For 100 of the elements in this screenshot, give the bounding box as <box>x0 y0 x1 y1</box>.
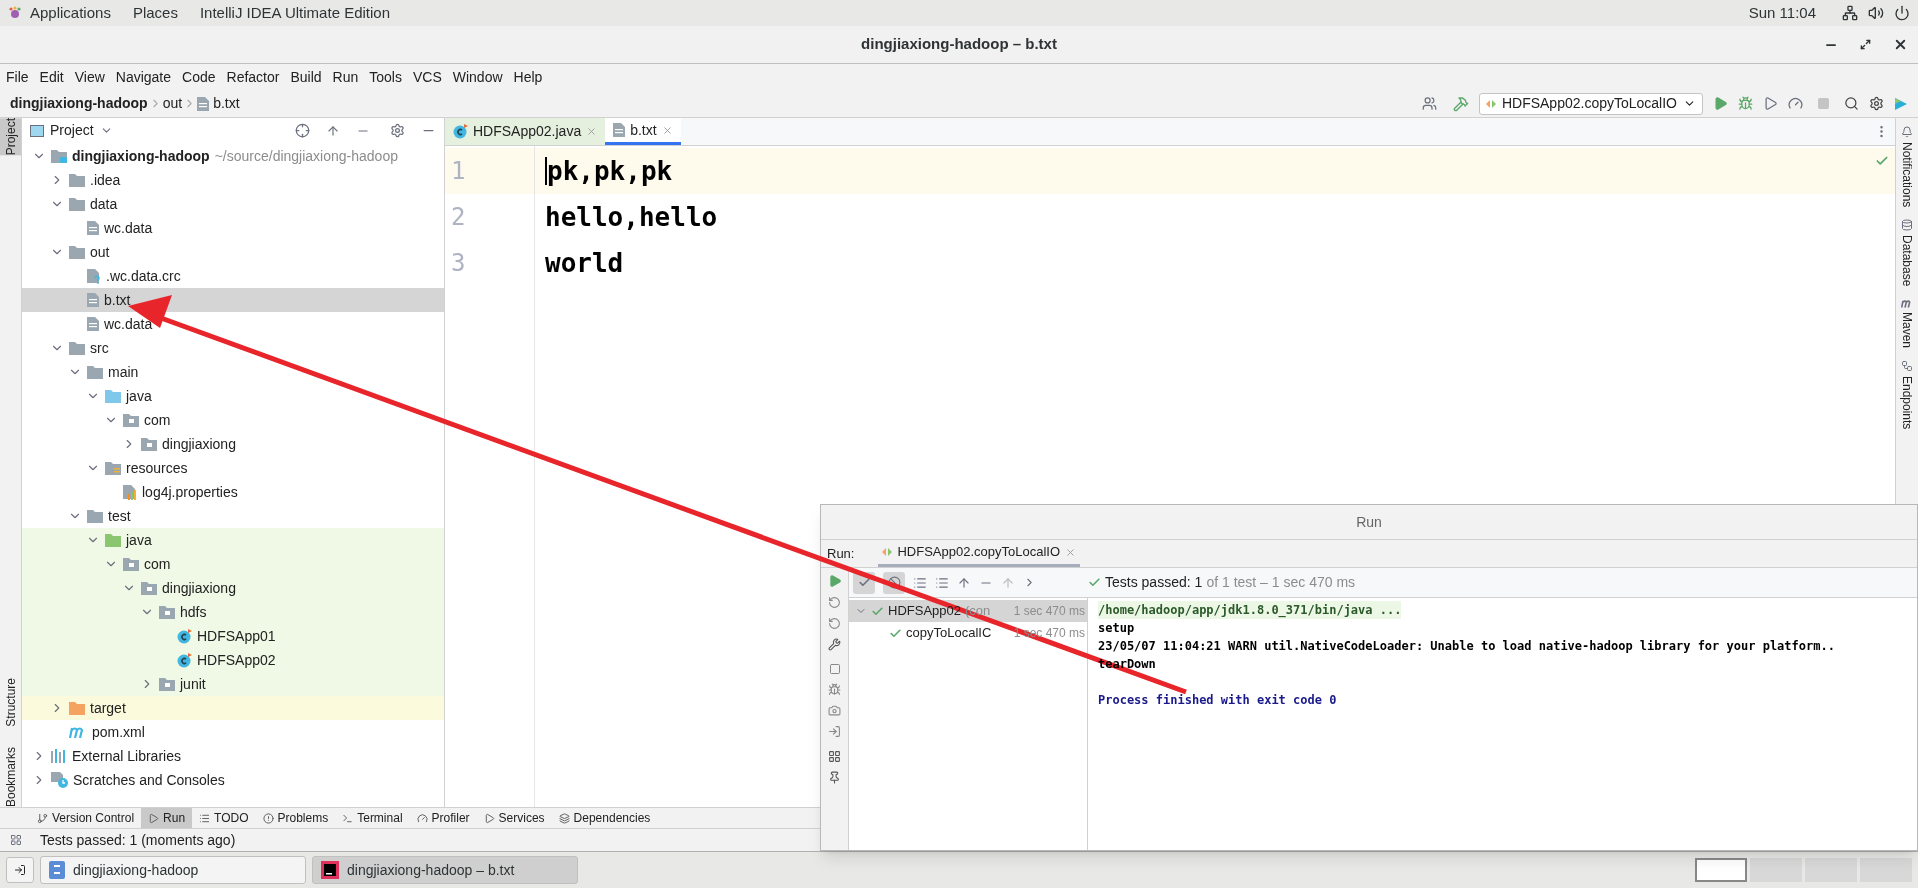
tree-item[interactable]: HDFSApp02 <box>22 648 444 672</box>
editor-tab[interactable]: HDFSApp02.java <box>445 118 606 145</box>
sort-alphabetically-icon[interactable] <box>913 575 927 590</box>
camera-icon[interactable] <box>828 704 841 717</box>
expand-all-icon[interactable] <box>957 575 971 590</box>
coverage-icon[interactable] <box>1763 96 1778 111</box>
editor-tab[interactable]: b.txt <box>605 118 681 145</box>
layout-icon[interactable] <box>10 834 22 846</box>
menu-item[interactable]: View <box>74 66 105 88</box>
system-menu[interactable]: Places <box>132 1 178 25</box>
tool-window-button[interactable]: Terminal <box>335 808 410 828</box>
tree-item[interactable]: target <box>22 696 444 720</box>
tree-item[interactable]: junit <box>22 672 444 696</box>
menu-item[interactable]: Edit <box>39 66 64 88</box>
toggle-auto-test-icon[interactable] <box>828 617 841 630</box>
settings-icon[interactable] <box>1869 96 1884 111</box>
tool-window-tab[interactable]: Maven <box>1898 311 1916 348</box>
profile-icon[interactable] <box>1788 96 1803 111</box>
menu-item[interactable]: Navigate <box>115 66 172 88</box>
layout-icon[interactable] <box>828 750 841 763</box>
tool-window-tab[interactable]: Database <box>1898 235 1916 287</box>
menu-item[interactable]: Help <box>513 66 543 88</box>
menu-item[interactable]: Window <box>452 66 503 88</box>
tool-window-button[interactable]: Problems <box>255 808 336 828</box>
taskbar-item[interactable]: dingjiaxiong-hadoop – b.txt <box>312 856 578 884</box>
tree-item[interactable]: java <box>22 528 444 552</box>
tree-item[interactable]: com <box>22 552 444 576</box>
import-icon[interactable] <box>828 725 841 738</box>
panel-title[interactable]: Project <box>50 120 94 141</box>
menu-item[interactable]: Refactor <box>226 66 280 88</box>
close-tab-icon[interactable] <box>661 124 673 136</box>
workspace-switcher[interactable] <box>1695 858 1912 882</box>
menu-item[interactable]: File <box>6 66 29 88</box>
debug-icon[interactable] <box>828 683 841 696</box>
tool-window-button[interactable]: TODO <box>192 808 256 828</box>
settings-icon[interactable] <box>390 123 405 138</box>
run-icon[interactable] <box>1713 96 1728 111</box>
build-hammer-icon[interactable] <box>1452 95 1469 112</box>
tree-item[interactable]: data <box>22 192 444 216</box>
tree-item[interactable]: out <box>22 240 444 264</box>
rerun-failed-icon[interactable] <box>828 596 841 609</box>
tree-item[interactable]: Scratches and Consoles <box>22 768 444 792</box>
tree-item[interactable]: com <box>22 408 444 432</box>
tool-window-tab[interactable]: Structure <box>0 678 21 727</box>
volume-icon[interactable] <box>1868 5 1884 21</box>
tree-item[interactable]: .wc.data.crc <box>22 264 444 288</box>
menu-item[interactable]: VCS <box>412 66 442 88</box>
locate-icon[interactable] <box>295 123 310 138</box>
tree-item[interactable]: wc.data <box>22 216 444 240</box>
tree-item[interactable]: main <box>22 360 444 384</box>
search-icon[interactable] <box>1844 96 1859 111</box>
rerun-icon[interactable] <box>827 574 842 588</box>
tree-item[interactable]: dingjiaxiong-hadoop ~/source/dingjiaxiong-hadoop <box>22 144 444 168</box>
taskbar-item[interactable]: dingjiaxiong-hadoop <box>40 856 306 884</box>
tool-window-tab[interactable]: Project <box>0 118 21 156</box>
run-config-dropdown[interactable]: HDFSApp02.copyToLocalIO <box>1478 92 1703 115</box>
tree-item[interactable]: test <box>22 504 444 528</box>
breadcrumb-item[interactable]: dingjiaxiong-hadoop <box>10 93 148 114</box>
tree-item[interactable]: b.txt <box>22 288 444 312</box>
menu-item[interactable]: Run <box>332 66 359 88</box>
stop-icon[interactable] <box>828 663 841 675</box>
tree-item[interactable]: log4j.properties <box>22 480 444 504</box>
pin-icon[interactable] <box>828 771 841 784</box>
system-menu[interactable]: Applications <box>30 1 111 25</box>
toolbox-logo-icon[interactable] <box>1894 96 1908 111</box>
tree-item[interactable]: java <box>22 384 444 408</box>
menu-item[interactable]: Tools <box>369 66 402 88</box>
tree-item[interactable]: src <box>22 336 444 360</box>
tool-window-button[interactable]: Dependencies <box>551 808 658 828</box>
tool-window-button[interactable]: Run <box>141 808 193 828</box>
tree-item[interactable]: pom.xml <box>22 720 444 744</box>
tree-item[interactable]: resources <box>22 456 444 480</box>
maximize-icon[interactable] <box>1860 39 1871 50</box>
breadcrumb-item[interactable]: out <box>162 93 183 114</box>
close-icon[interactable] <box>1893 37 1908 52</box>
close-tab-icon[interactable] <box>586 126 598 137</box>
tree-item[interactable]: dingjiaxiong <box>22 432 444 456</box>
show-desktop-button[interactable] <box>6 857 34 883</box>
tree-item[interactable]: hdfs <box>22 600 444 624</box>
menu-item[interactable]: Build <box>290 66 322 88</box>
tool-window-tab[interactable]: Notifications <box>1898 142 1916 208</box>
system-menu[interactable]: IntelliJ IDEA Ultimate Edition <box>199 1 390 25</box>
tool-window-button[interactable]: Version Control <box>30 808 142 828</box>
tool-window-button[interactable]: Services <box>476 808 552 828</box>
menu-item[interactable]: Code <box>182 66 216 88</box>
breadcrumb-item[interactable]: b.txt <box>213 93 240 114</box>
power-icon[interactable] <box>1894 5 1910 21</box>
users-icon[interactable] <box>1421 96 1437 111</box>
tree-item[interactable]: wc.data <box>22 312 444 336</box>
tree-item[interactable]: External Libraries <box>22 744 444 768</box>
expand-all-icon[interactable] <box>326 123 340 138</box>
sort-by-duration-icon[interactable] <box>935 575 949 590</box>
wrench-icon[interactable] <box>828 638 841 651</box>
tree-item[interactable]: HDFSApp01 <box>22 624 444 648</box>
debug-icon[interactable] <box>1738 96 1753 111</box>
network-icon[interactable] <box>1842 5 1858 21</box>
tool-window-button[interactable]: Profiler <box>409 808 477 828</box>
tree-item[interactable]: dingjiaxiong <box>22 576 444 600</box>
tool-window-tab[interactable]: Bookmarks <box>0 746 21 807</box>
tool-window-tab[interactable]: Endpoints <box>1898 375 1916 430</box>
